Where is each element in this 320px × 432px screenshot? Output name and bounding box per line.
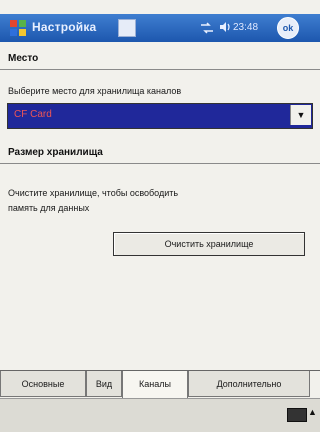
chevron-down-icon[interactable]: ▼ <box>290 105 311 125</box>
title-bar: Настройка 23:48 ok <box>0 14 320 42</box>
windows-flag-icon[interactable] <box>8 18 28 38</box>
keyboard-icon[interactable] <box>287 408 307 422</box>
section-header-size: Размер хранилища <box>0 142 320 164</box>
tab-general[interactable]: Основные <box>0 371 86 397</box>
tab-view[interactable]: Вид <box>86 371 122 397</box>
clear-storage-button[interactable]: Очистить хранилище <box>113 232 305 256</box>
clear-description-line1: Очистите хранилище, чтобы освободить <box>8 188 179 198</box>
section-header-place: Место <box>0 48 320 70</box>
storage-location-select[interactable]: CF Card ▼ <box>7 103 313 129</box>
screen: Настройка 23:48 ok Место Выберите место … <box>0 0 320 432</box>
tab-bar: Основные Вид Каналы Дополнительно <box>0 370 320 399</box>
selected-location: CF Card <box>14 109 52 120</box>
chevron-up-icon[interactable]: ▲ <box>308 407 317 417</box>
settings-app-icon <box>118 19 136 37</box>
ok-button[interactable]: ok <box>277 17 299 39</box>
place-label: Выберите место для хранилища каналов <box>8 86 182 96</box>
window-title: Настройка <box>32 20 97 34</box>
clock: 23:48 <box>233 22 259 33</box>
clear-description-line2: память для данных <box>8 203 90 213</box>
signal-icon[interactable] <box>200 21 214 39</box>
tab-advanced[interactable]: Дополнительно <box>188 371 310 397</box>
volume-icon[interactable] <box>218 20 232 39</box>
command-bar: ▲ <box>0 398 320 432</box>
tab-channels[interactable]: Каналы <box>122 371 188 399</box>
